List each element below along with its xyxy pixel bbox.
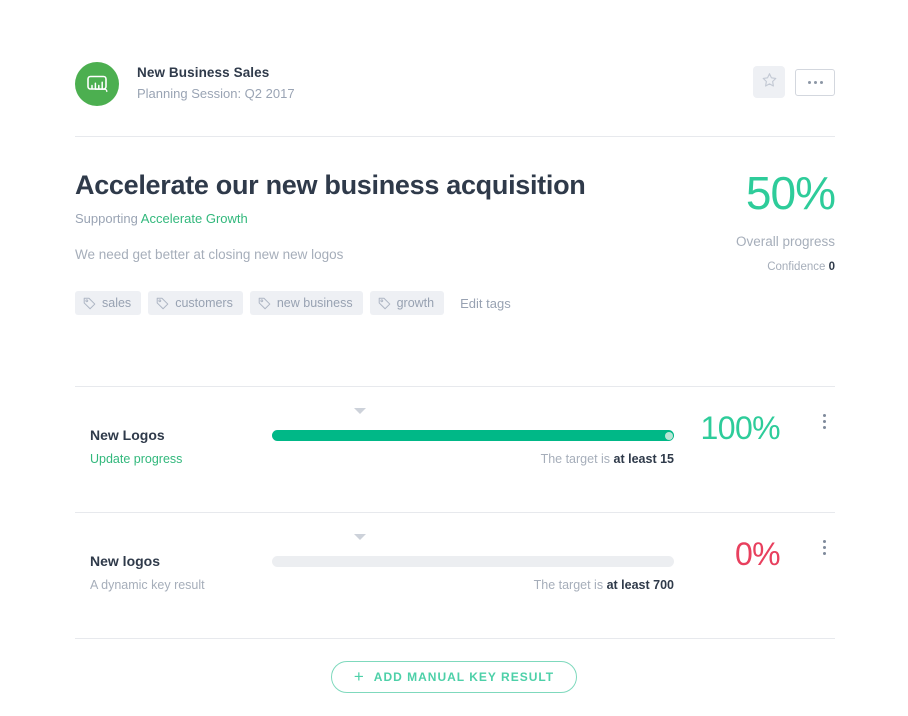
overall-progress-label: Overall progress — [735, 234, 835, 249]
key-result-row: New logos A dynamic key result The targe… — [75, 512, 835, 638]
target-marker-icon — [354, 534, 366, 540]
key-result-subtitle: A dynamic key result — [90, 578, 205, 592]
ellipsis-horizontal-icon — [807, 80, 811, 84]
more-options-button[interactable] — [795, 68, 835, 96]
tag-chip-new-business[interactable]: new business — [249, 291, 363, 315]
okr-objective-page: New Business Sales Planning Session: Q2 … — [0, 0, 908, 716]
ellipsis-vdot-3 — [822, 551, 826, 555]
target-value: at least 15 — [613, 452, 674, 466]
ellipsis-vdot-2 — [822, 545, 826, 549]
tag-chip-customers[interactable]: customers — [148, 291, 243, 315]
tag-label: growth — [396, 296, 435, 310]
update-progress-link[interactable]: Update progress — [90, 452, 260, 466]
key-result-target: The target is at least 700 — [534, 578, 674, 592]
key-result-percent: 100% — [700, 410, 781, 446]
tag-icon — [83, 297, 96, 310]
ellipsis-vertical-icon — [822, 539, 826, 543]
tag-label: customers — [175, 296, 233, 310]
header-text-block: New Business Sales Planning Session: Q2 … — [137, 65, 295, 102]
confidence-value: 0 — [828, 261, 835, 273]
ellipsis-vdot-2 — [822, 419, 826, 423]
target-value: at least 700 — [606, 578, 674, 592]
ellipsis-dot-2 — [813, 80, 817, 84]
footer-actions: + ADD MANUAL KEY RESULT — [0, 661, 908, 693]
favorite-star-button[interactable] — [753, 66, 785, 98]
ellipsis-vdot-3 — [822, 425, 826, 429]
tag-list: sales customers new business growth Edit… — [75, 291, 511, 315]
key-results-divider-bottom — [75, 638, 835, 639]
key-result-row: New Logos Update progress The target is … — [75, 386, 835, 512]
confidence-readout: Confidence 0 — [595, 261, 835, 273]
page-title: New Business Sales — [137, 65, 270, 81]
overall-progress-percent: 50% — [745, 167, 836, 219]
key-result-name-column: New logos A dynamic key result — [90, 553, 260, 592]
key-result-menu-button[interactable] — [815, 536, 833, 558]
overall-progress-block: 50% Overall progress Confidence 0 — [595, 167, 836, 273]
tag-icon — [378, 297, 391, 310]
tag-chip-sales[interactable]: sales — [75, 291, 142, 315]
ellipsis-dot-3 — [819, 80, 823, 84]
add-manual-key-result-label: ADD MANUAL KEY RESULT — [373, 670, 555, 684]
header-divider — [75, 136, 835, 137]
progress-track[interactable] — [272, 556, 674, 567]
key-result-menu-button[interactable] — [815, 410, 833, 432]
page-header: New Business Sales Planning Session: Q2 … — [75, 62, 835, 130]
tag-chip-growth[interactable]: growth — [369, 291, 445, 315]
header-actions — [753, 66, 835, 98]
target-marker-icon — [354, 408, 366, 414]
progress-fill — [272, 430, 674, 441]
key-result-target: The target is at least 15 — [541, 452, 674, 466]
tag-label: new business — [276, 296, 353, 310]
supporting-objective-link[interactable]: Accelerate Growth — [141, 211, 248, 226]
header-identity: New Business Sales Planning Session: Q2 … — [75, 62, 753, 106]
confidence-label: Confidence — [767, 261, 826, 273]
edit-tags-link[interactable]: Edit tags — [460, 296, 511, 311]
progress-track[interactable] — [272, 430, 674, 441]
plus-icon: + — [353, 666, 365, 686]
key-result-name-column: New Logos Update progress — [90, 427, 260, 466]
key-result-percent: 0% — [734, 536, 781, 572]
ellipsis-vertical-icon — [822, 413, 826, 417]
tag-icon — [156, 297, 169, 310]
presentation-board-icon — [75, 62, 119, 106]
tag-label: sales — [102, 296, 132, 310]
add-manual-key-result-button[interactable]: + ADD MANUAL KEY RESULT — [330, 661, 578, 693]
star-outline-icon — [761, 72, 778, 92]
page-subtitle: Planning Session: Q2 2017 — [137, 86, 295, 102]
target-prefix: The target is — [540, 452, 611, 466]
tag-icon — [258, 297, 271, 310]
key-result-name: New Logos — [90, 427, 165, 443]
key-result-name: New logos — [90, 553, 161, 569]
target-prefix: The target is — [533, 578, 604, 592]
supporting-prefix: Supporting — [75, 211, 138, 227]
